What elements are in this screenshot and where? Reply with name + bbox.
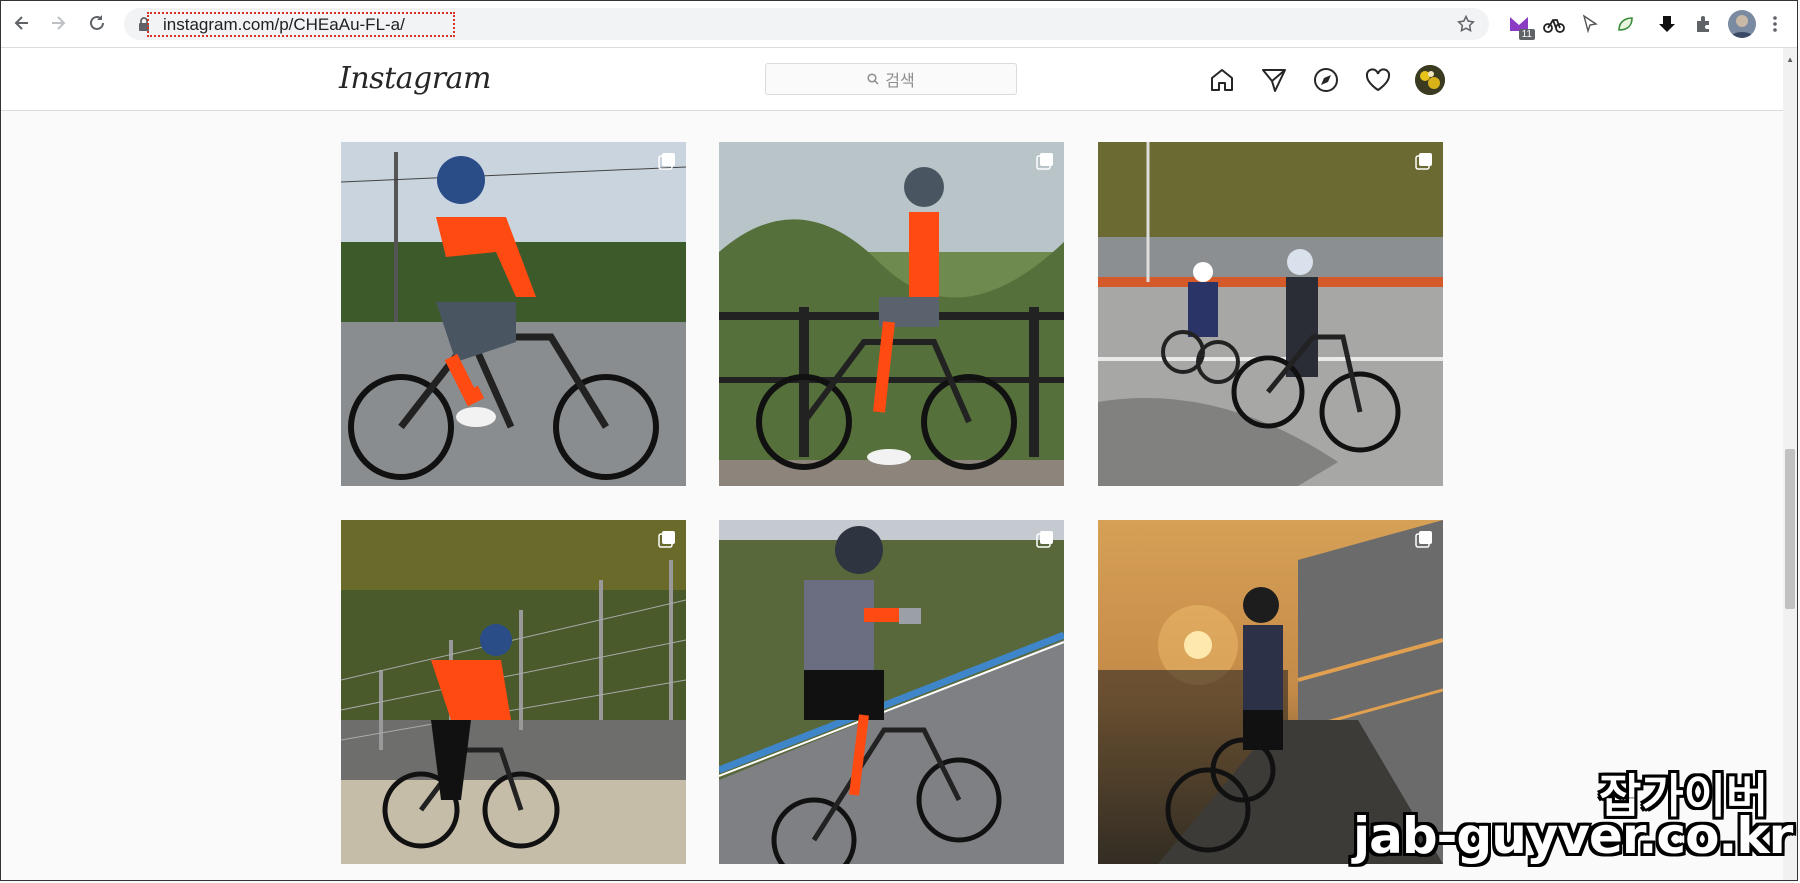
post-thumbnail[interactable] bbox=[719, 520, 1064, 864]
search-placeholder: 검색 bbox=[885, 73, 915, 90]
search-icon bbox=[867, 73, 879, 85]
puzzle-extensions-icon[interactable] bbox=[1692, 12, 1716, 36]
watermark-url: jab-guyver.co.kr bbox=[1353, 807, 1793, 865]
multiple-images-icon bbox=[1415, 531, 1432, 548]
reload-icon[interactable] bbox=[84, 10, 110, 36]
scroll-thumb[interactable] bbox=[1785, 449, 1795, 609]
scroll-up-arrow-icon[interactable]: ▲ bbox=[1786, 55, 1794, 64]
photo-cyclist-railing bbox=[719, 142, 1064, 486]
home-icon[interactable] bbox=[1207, 65, 1237, 95]
forward-arrow-icon[interactable] bbox=[45, 10, 71, 36]
multiple-images-icon bbox=[658, 153, 675, 170]
post-thumbnail[interactable] bbox=[341, 520, 686, 864]
photo-two-cyclists-road bbox=[1098, 142, 1443, 486]
leaf-extension-icon[interactable] bbox=[1613, 12, 1637, 36]
photo-cyclist-selfie bbox=[719, 520, 1064, 864]
photo-cyclist-seated bbox=[341, 142, 686, 486]
multiple-images-icon bbox=[1036, 531, 1053, 548]
instagram-logo[interactable]: Instagram bbox=[339, 61, 491, 96]
search-input[interactable]: 검색 bbox=[765, 63, 1017, 95]
multiple-images-icon bbox=[1036, 153, 1053, 170]
url-text[interactable]: instagram.com/p/CHEaAu-FL-a/ bbox=[163, 15, 405, 35]
photo-cyclist-fence bbox=[341, 520, 686, 864]
direct-message-icon[interactable] bbox=[1259, 65, 1289, 95]
back-arrow-icon[interactable] bbox=[9, 10, 35, 36]
post-thumbnail[interactable] bbox=[341, 142, 686, 486]
cursor-extension-icon[interactable] bbox=[1578, 12, 1602, 36]
multiple-images-icon bbox=[658, 531, 675, 548]
profile-avatar[interactable] bbox=[1415, 65, 1445, 95]
browser-toolbar: instagram.com/p/CHEaAu-FL-a/ 11 bbox=[1, 1, 1797, 48]
activity-heart-icon[interactable] bbox=[1363, 65, 1393, 95]
instagram-header: Instagram 검색 bbox=[1, 48, 1797, 111]
browser-menu-icon[interactable] bbox=[1769, 12, 1781, 36]
post-thumbnail[interactable] bbox=[719, 142, 1064, 486]
browser-window: instagram.com/p/CHEaAu-FL-a/ 11 Instagra… bbox=[0, 0, 1798, 881]
extension-badge: 11 bbox=[1518, 29, 1535, 40]
bike-extension-icon[interactable] bbox=[1542, 12, 1566, 36]
post-thumbnail[interactable] bbox=[1098, 142, 1443, 486]
bookmark-star-icon[interactable] bbox=[1456, 14, 1476, 39]
explore-compass-icon[interactable] bbox=[1311, 65, 1341, 95]
profile-avatar[interactable] bbox=[1728, 10, 1756, 38]
download-extension-icon[interactable] bbox=[1655, 12, 1679, 36]
multiple-images-icon bbox=[1415, 153, 1432, 170]
mail-extension-icon[interactable]: 11 bbox=[1507, 12, 1535, 40]
